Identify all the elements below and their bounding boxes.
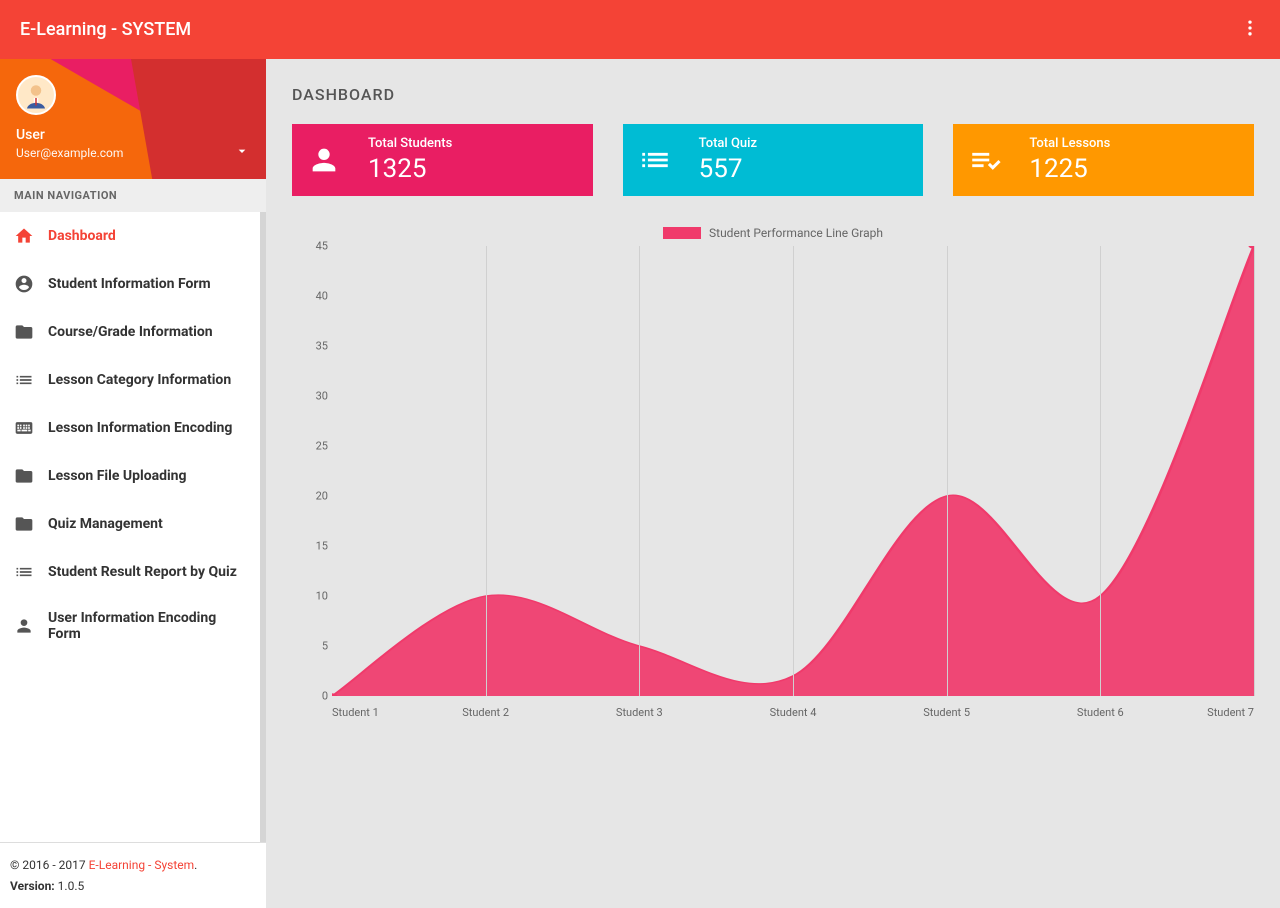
folder-icon — [14, 514, 34, 534]
avatar[interactable] — [16, 75, 56, 115]
y-tick: 45 — [316, 240, 328, 253]
main-content: DASHBOARD Total Students 1325 Total Quiz… — [266, 59, 1280, 908]
app-title: E-Learning - SYSTEM — [20, 19, 191, 40]
x-label: Student 2 — [462, 706, 509, 719]
x-label: Student 4 — [770, 706, 817, 719]
card-label: Total Quiz — [699, 136, 757, 151]
sidebar-item-course-grade[interactable]: Course/Grade Information — [0, 308, 260, 356]
y-tick: 20 — [316, 490, 328, 503]
chart-x-axis: Student 1 Student 2 Student 3 Student 4 Stud… — [332, 700, 1254, 726]
card-total-lessons[interactable]: Total Lessons 1225 — [953, 124, 1254, 196]
footer-version-label: Version: — [10, 879, 55, 893]
x-label: Student 6 — [1077, 706, 1124, 719]
y-tick: 5 — [322, 640, 328, 653]
account-circle-icon — [14, 274, 34, 294]
sidebar-item-dashboard[interactable]: Dashboard — [0, 212, 260, 260]
sidebar-item-lesson-category[interactable]: Lesson Category Information — [0, 356, 260, 404]
y-tick: 15 — [316, 539, 328, 552]
chevron-down-icon[interactable] — [234, 143, 250, 163]
folder-icon — [14, 466, 34, 486]
page-title: DASHBOARD — [292, 85, 1254, 104]
home-icon — [14, 226, 34, 246]
person-icon — [14, 616, 34, 636]
sidebar-item-lesson-file[interactable]: Lesson File Uploading — [0, 452, 260, 500]
person-icon — [292, 124, 356, 196]
sidebar-item-label: Lesson Information Encoding — [48, 420, 232, 436]
footer-copyright: © 2016 - 2017 — [10, 858, 89, 872]
performance-chart: Student Performance Line Graph 0 5 10 15 20 2… — [292, 226, 1254, 726]
card-value: 557 — [699, 154, 757, 184]
sidebar-item-user-encoding[interactable]: User Information Encoding Form — [0, 596, 260, 656]
x-label: Student 3 — [616, 706, 663, 719]
y-tick: 35 — [316, 340, 328, 353]
x-label: Student 1 — [332, 706, 379, 719]
card-label: Total Lessons — [1029, 136, 1110, 151]
card-value: 1225 — [1029, 154, 1110, 184]
sidebar-item-lesson-encoding[interactable]: Lesson Information Encoding — [0, 404, 260, 452]
y-tick: 40 — [316, 290, 328, 303]
y-tick: 25 — [316, 440, 328, 453]
chart-y-axis: 051015202530354045 — [298, 246, 328, 696]
chart-plot-area — [332, 246, 1254, 696]
sidebar-item-label: Student Result Report by Quiz — [48, 564, 237, 580]
footer-brand-link[interactable]: E-Learning - System — [89, 858, 195, 872]
legend-label: Student Performance Line Graph — [709, 226, 883, 240]
list-icon — [14, 370, 34, 390]
user-name: User — [16, 127, 250, 143]
nav-header: MAIN NAVIGATION — [0, 179, 266, 212]
summary-cards: Total Students 1325 Total Quiz 557 Total… — [292, 124, 1254, 196]
sidebar-item-label: Course/Grade Information — [48, 324, 213, 340]
footer-version: 1.0.5 — [55, 879, 85, 893]
topbar: E-Learning - SYSTEM — [0, 0, 1280, 59]
list-icon — [14, 562, 34, 582]
user-panel: User User@example.com — [0, 59, 266, 179]
sidebar-item-quiz-management[interactable]: Quiz Management — [0, 500, 260, 548]
sidebar-item-label: Lesson Category Information — [48, 372, 231, 388]
sidebar-item-label: Dashboard — [48, 228, 116, 244]
sidebar-item-result-report[interactable]: Student Result Report by Quiz — [0, 548, 260, 596]
card-total-quiz[interactable]: Total Quiz 557 — [623, 124, 924, 196]
x-label: Student 5 — [923, 706, 970, 719]
x-label: Student 7 — [1207, 706, 1254, 719]
sidebar-item-label: User Information Encoding Form — [48, 610, 246, 642]
sidebar: User User@example.com MAIN NAVIGATION Da… — [0, 59, 266, 908]
nav-list: Dashboard Student Information Form Cours… — [0, 212, 266, 842]
legend-swatch — [663, 227, 701, 239]
sidebar-item-label: Quiz Management — [48, 516, 163, 532]
y-tick: 30 — [316, 389, 328, 402]
playlist-check-icon — [953, 124, 1017, 196]
sidebar-item-student-info[interactable]: Student Information Form — [0, 260, 260, 308]
sidebar-item-label: Student Information Form — [48, 276, 211, 292]
y-tick: 10 — [316, 590, 328, 603]
card-total-students[interactable]: Total Students 1325 — [292, 124, 593, 196]
playlist-icon — [623, 124, 687, 196]
sidebar-item-label: Lesson File Uploading — [48, 468, 187, 484]
more-vert-icon[interactable] — [1240, 18, 1260, 42]
card-label: Total Students — [368, 136, 452, 151]
user-email: User@example.com — [16, 146, 123, 160]
folder-icon — [14, 322, 34, 342]
y-tick: 0 — [322, 690, 328, 703]
chart-legend: Student Performance Line Graph — [292, 226, 1254, 240]
keyboard-icon — [14, 418, 34, 438]
card-value: 1325 — [368, 154, 452, 184]
sidebar-footer: © 2016 - 2017 E-Learning - System. Versi… — [0, 842, 266, 908]
